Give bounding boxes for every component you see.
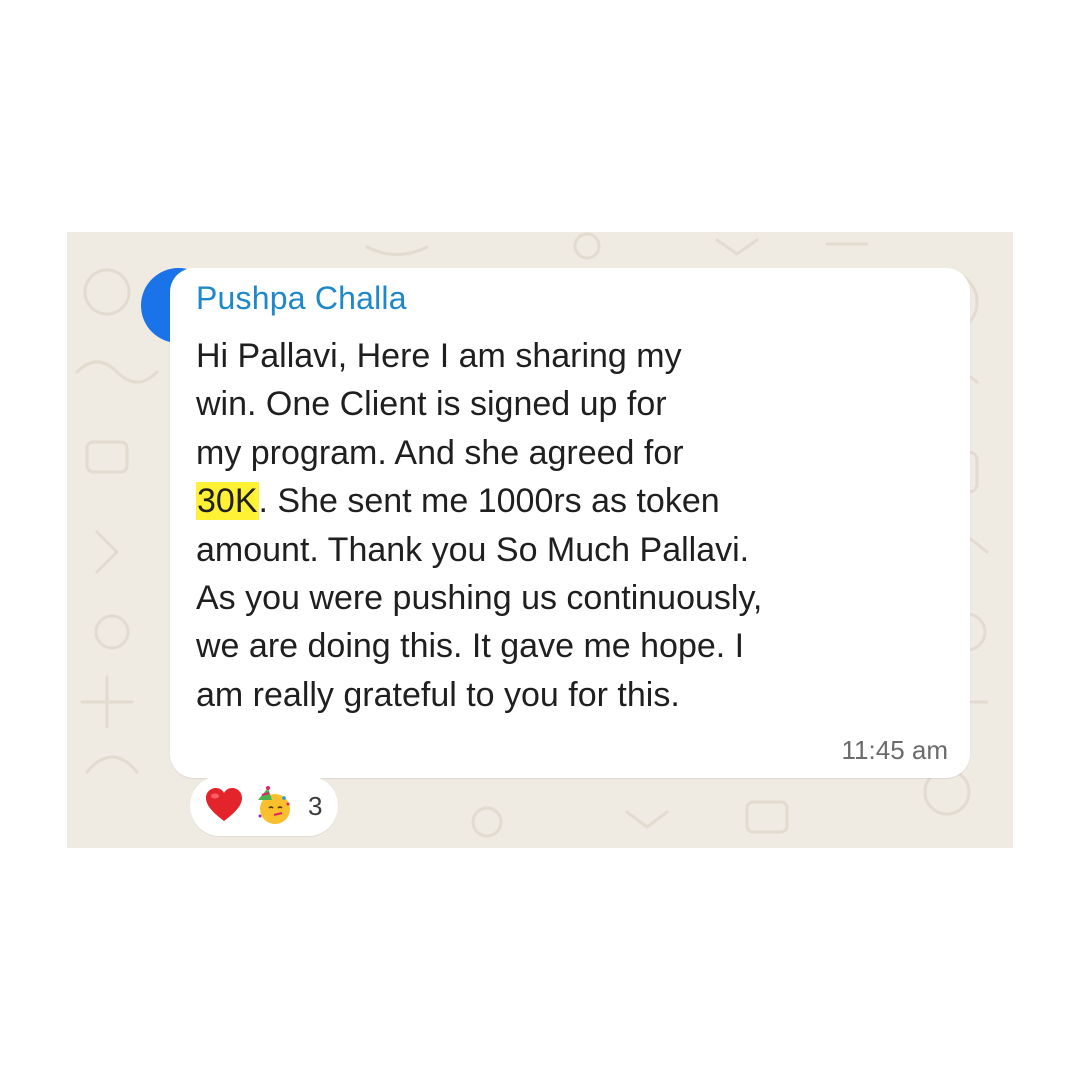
- message-line-rest: . She sent me 1000rs as token: [258, 482, 720, 521]
- chat-background: P Pushpa Challa Hi Pallavi, Here I am sh…: [67, 232, 1013, 848]
- message-line: win. One Client is signed up for: [196, 385, 667, 424]
- message-line: Hi Pallavi, Here I am sharing my: [196, 337, 682, 375]
- message-timestamp: 11:45 am: [841, 735, 948, 765]
- screenshot-frame: P Pushpa Challa Hi Pallavi, Here I am sh…: [0, 0, 1080, 1080]
- message-line: amount. Thank you So Much Pallavi.: [196, 530, 750, 569]
- highlighted-text: 30K: [196, 482, 259, 521]
- message-bubble[interactable]: Pushpa Challa Hi Pallavi, Here I am shar…: [170, 268, 970, 778]
- heart-icon: [206, 788, 242, 821]
- sender-name[interactable]: Pushpa Challa: [196, 280, 407, 317]
- reactions-pill[interactable]: 3: [190, 776, 339, 836]
- message-line: am really grateful to you for this.: [196, 675, 680, 714]
- message-text: Hi Pallavi, Here I am sharing my win. On…: [196, 332, 856, 719]
- message-line: 30K. She sent me 1000rs as token: [196, 477, 856, 525]
- message-line: we are doing this. It gave me hope. I: [196, 627, 745, 666]
- reaction-count: 3: [308, 790, 323, 821]
- message-line: my program. And she agreed for: [196, 433, 684, 472]
- message-line: As you were pushing us continuously,: [196, 579, 763, 618]
- partying-face-icon: [258, 786, 290, 824]
